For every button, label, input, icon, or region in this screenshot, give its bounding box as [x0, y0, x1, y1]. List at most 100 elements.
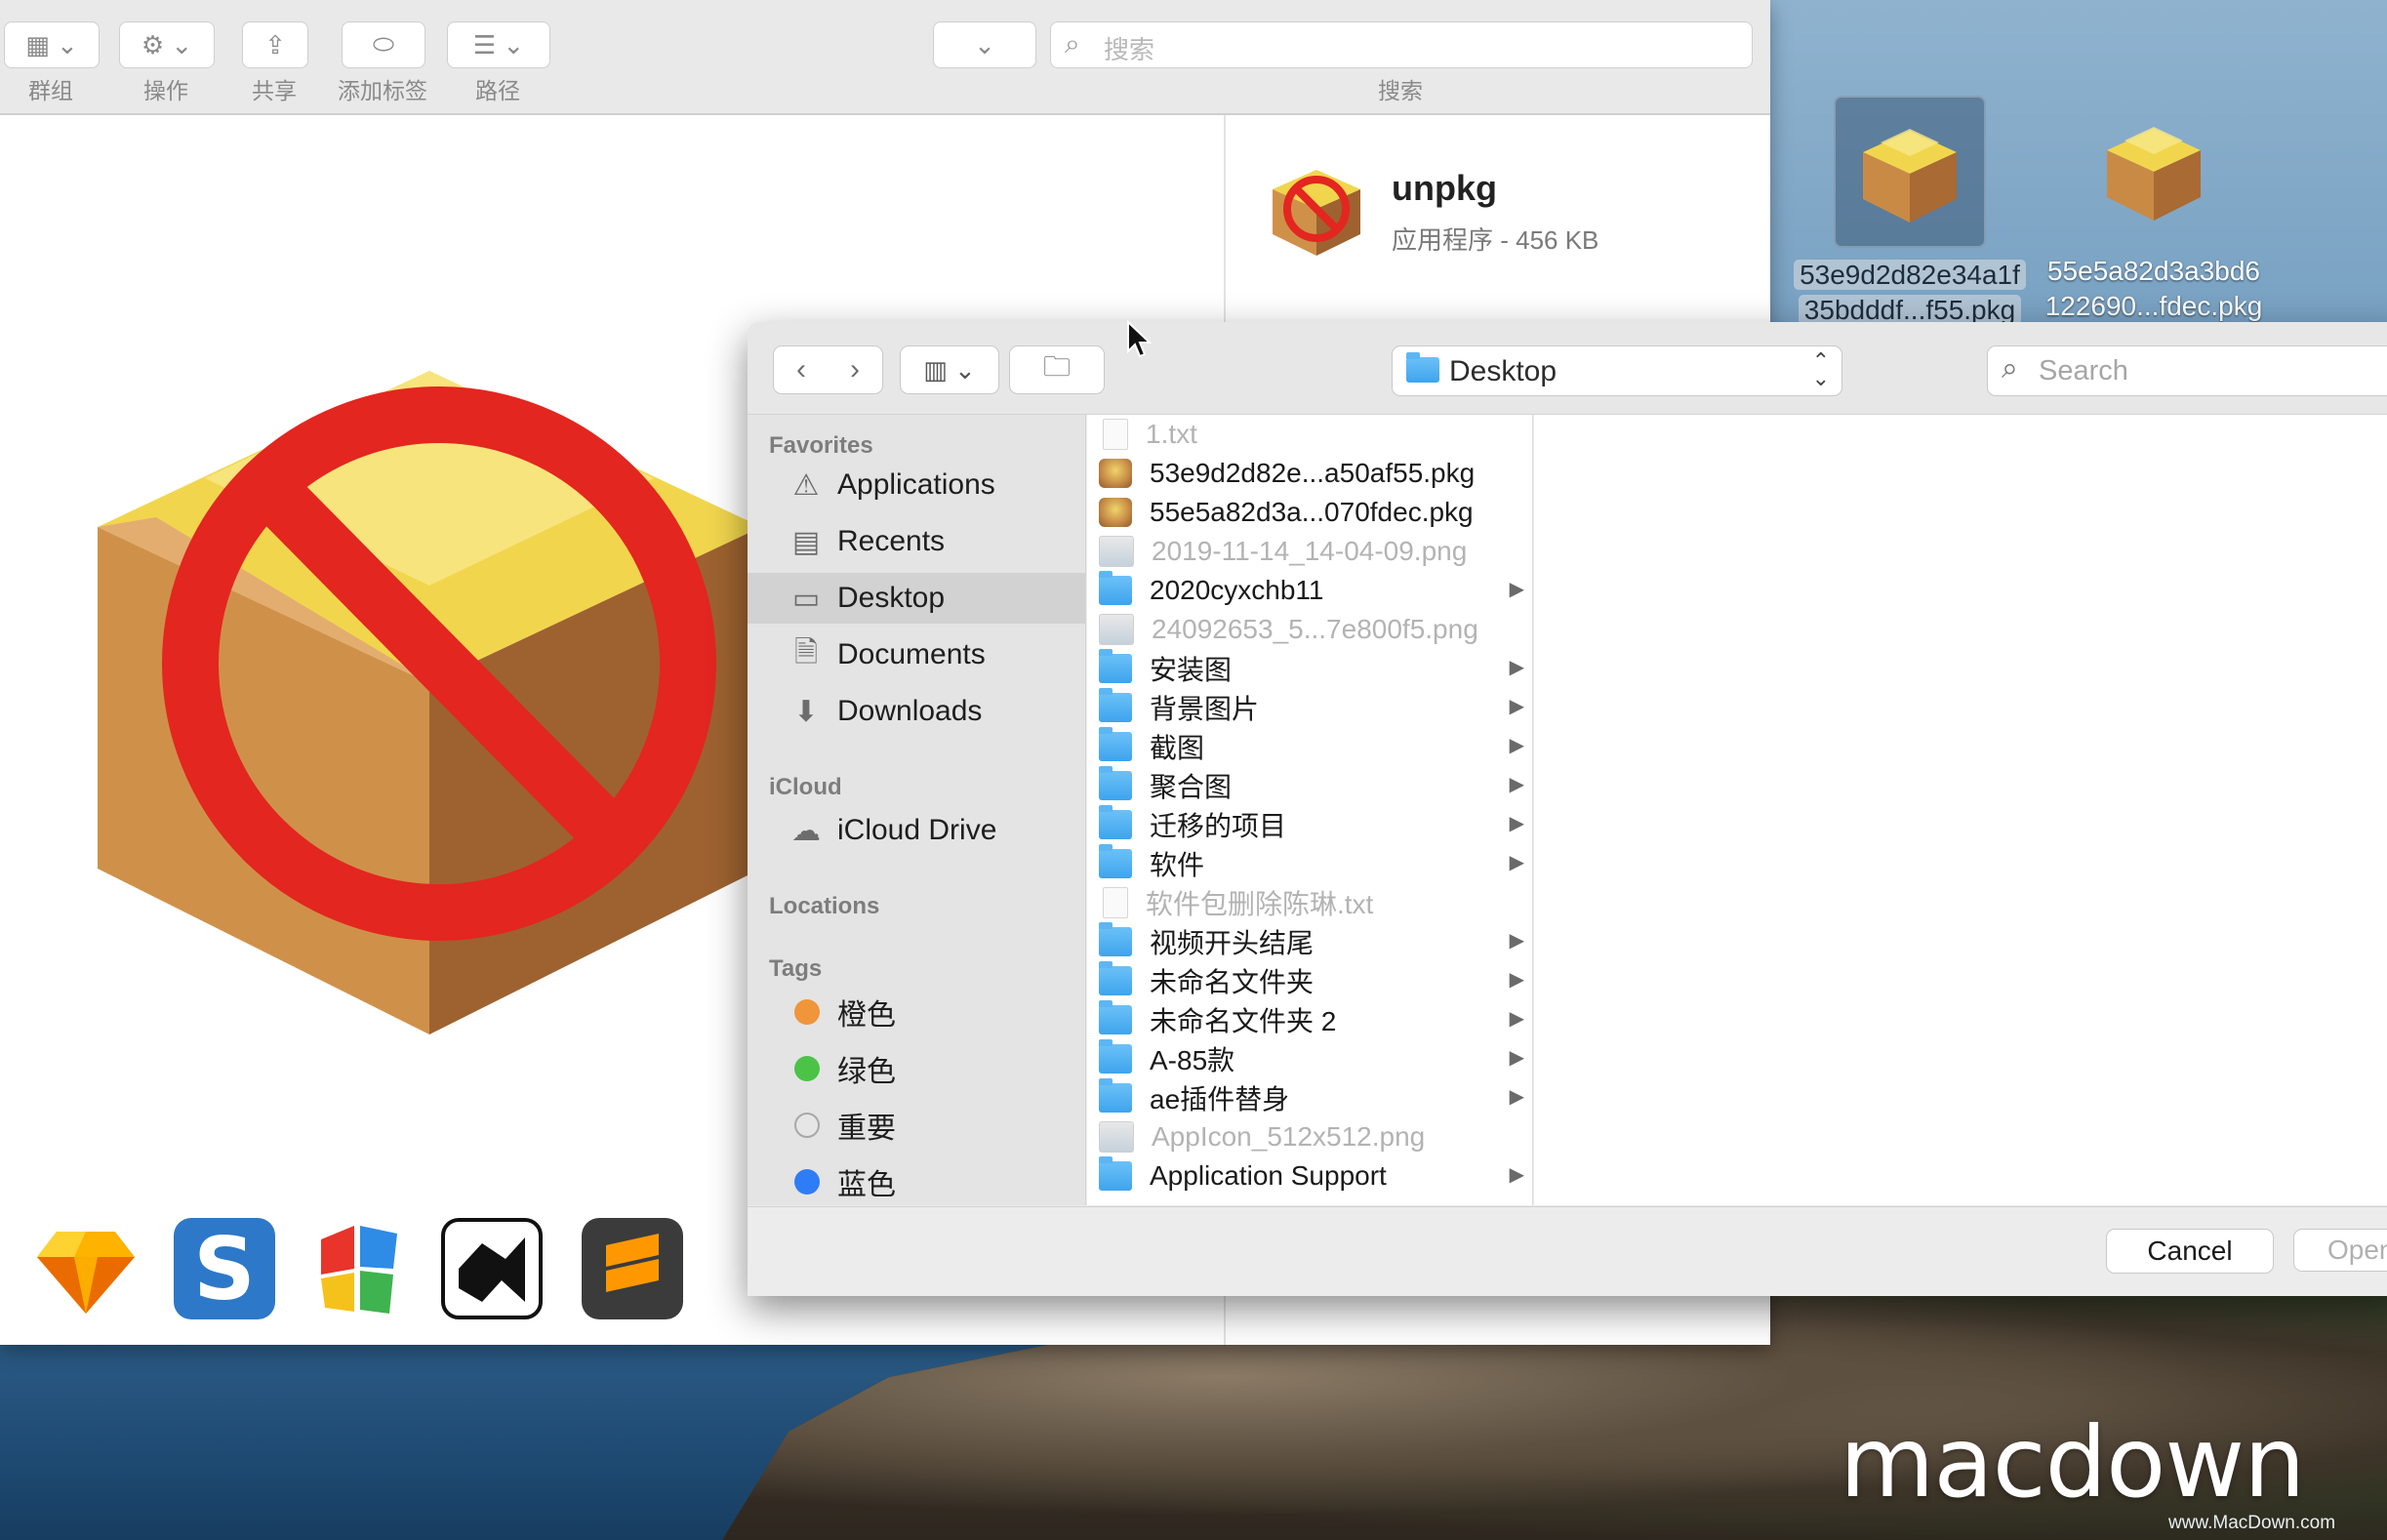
new-folder-icon: 🗀 [1042, 351, 1071, 382]
file-row[interactable]: AppIcon_512x512.png [1087, 1117, 1532, 1156]
sidebar-item-desktop[interactable]: ▭ Desktop [748, 573, 1085, 624]
chevron-right-icon: ▶ [1509, 969, 1524, 991]
folder-icon [1099, 805, 1132, 839]
sidebar-item-label: Recents [837, 525, 946, 557]
desktop-icon: ▭ [791, 582, 821, 615]
folder-icon [1099, 727, 1132, 761]
folder-icon [1099, 766, 1132, 800]
desktop-file-2-name-2: 122690...fdec.pkg [2044, 291, 2263, 321]
dialog-search-field[interactable]: ⌕ Search [1987, 345, 2387, 396]
tag-icon: ⬭ [372, 29, 395, 59]
folder-icon [1099, 688, 1132, 722]
sketch-icon[interactable] [35, 1218, 137, 1319]
file-name: 未命名文件夹 [1150, 967, 1315, 997]
add-tag-button[interactable]: ⬭ [342, 21, 425, 68]
path-button[interactable]: ☰ ⌄ [447, 21, 550, 68]
file-row[interactable]: 截图 ▶ [1087, 727, 1532, 766]
desktop-file-1[interactable]: 53e9d2d82e34a1f 35bdddf...f55.pkg [1793, 96, 2027, 328]
columns-icon: ▥ ⌄ [923, 354, 976, 385]
chevron-right-icon: › [850, 353, 860, 385]
file-row[interactable]: 视频开头结尾 ▶ [1087, 922, 1532, 961]
file-name: 软件包删除陈琳.txt [1146, 889, 1374, 919]
sublime-text-icon[interactable] [582, 1218, 683, 1319]
tag-dot-icon [794, 1056, 820, 1081]
colorful-app-icon[interactable] [308, 1218, 410, 1319]
location-popup[interactable]: Desktop ⌃ ⌄ [1392, 345, 1842, 396]
share-label: 共享 [252, 78, 297, 103]
sidebar-item-downloads[interactable]: ⬇ Downloads [748, 686, 1085, 737]
file-row[interactable]: 55e5a82d3a...070fdec.pkg [1087, 493, 1532, 532]
sidebar-tag-orange[interactable]: 橙色 [748, 987, 1085, 1037]
file-row[interactable]: 1.txt [1087, 415, 1532, 454]
file-row[interactable]: 聚合图 ▶ [1087, 766, 1532, 805]
locations-header: Locations [769, 893, 880, 919]
finder-search-field[interactable]: ⌕ 搜索 [1050, 21, 1753, 68]
file-row[interactable]: 迁移的项目 ▶ [1087, 805, 1532, 844]
sidebar-item-icloud-drive[interactable]: ☁ iCloud Drive [748, 805, 1085, 856]
chevron-right-icon: ▶ [1509, 1164, 1524, 1186]
new-folder-button[interactable]: 🗀 [1009, 345, 1105, 394]
view-mode-button[interactable]: ▥ ⌄ [900, 345, 999, 394]
folder-icon [1099, 649, 1132, 683]
image-file-icon [1099, 536, 1134, 567]
file-row[interactable]: 软件 ▶ [1087, 844, 1532, 883]
chevron-right-icon: ▶ [1509, 930, 1524, 952]
share-button[interactable]: ⇪ [242, 21, 308, 68]
file-name: 未命名文件夹 2 [1150, 1006, 1337, 1036]
file-row[interactable]: 背景图片 ▶ [1087, 688, 1532, 727]
sidebar-tag-blue[interactable]: 蓝色 [748, 1156, 1085, 1207]
file-name: 24092653_5...7e800f5.png [1152, 614, 1478, 644]
file-row[interactable]: A-85款 ▶ [1087, 1039, 1532, 1078]
path-label: 路径 [475, 78, 520, 103]
search-icon: ⌕ [1065, 28, 1080, 59]
file-row[interactable]: 2020cyxchb11 ▶ [1087, 571, 1532, 610]
snagit-icon[interactable]: S [174, 1218, 275, 1319]
sidebar-item-recents[interactable]: ▤ Recents [748, 516, 1085, 567]
file-row[interactable]: 2019-11-14_14-04-09.png [1087, 532, 1532, 571]
inkscape-like-icon[interactable] [441, 1218, 543, 1319]
file-row[interactable]: 24092653_5...7e800f5.png [1087, 610, 1532, 649]
file-name: 2020cyxchb11 [1150, 575, 1324, 605]
group-button[interactable]: ▦ ⌄ [4, 21, 100, 68]
file-name: 1.txt [1146, 419, 1197, 449]
package-icon [1099, 498, 1132, 527]
open-button[interactable]: Open [2293, 1229, 2387, 1272]
file-row[interactable]: 未命名文件夹 ▶ [1087, 961, 1532, 1000]
chevron-right-icon: ▶ [1509, 735, 1524, 756]
list-icon: ☰ ⌄ [472, 29, 525, 60]
chevron-right-icon: ▶ [1509, 1047, 1524, 1069]
file-row[interactable]: 53e9d2d82e...a50af55.pkg [1087, 454, 1532, 493]
chevron-right-icon: ▶ [1509, 579, 1524, 600]
recents-icon: ▤ [791, 525, 821, 558]
view-options-button[interactable]: ⌄ [933, 21, 1036, 68]
package-icon [2080, 96, 2228, 244]
file-row[interactable]: 未命名文件夹 2 ▶ [1087, 1000, 1532, 1039]
app-meta: 应用程序 - 456 KB [1392, 225, 1599, 255]
action-button[interactable]: ⚙ ⌄ [119, 21, 215, 68]
sidebar-tag-important[interactable]: 重要 [748, 1100, 1085, 1151]
chevron-down-icon: ⌄ [974, 29, 995, 60]
chevron-right-icon: ▶ [1509, 813, 1524, 834]
cancel-button[interactable]: Cancel [2106, 1229, 2274, 1274]
sidebar-tag-green[interactable]: 绿色 [748, 1043, 1085, 1094]
file-name: AppIcon_512x512.png [1152, 1121, 1426, 1152]
file-name: 软件 [1150, 850, 1205, 880]
file-row[interactable]: 软件包删除陈琳.txt [1087, 883, 1532, 922]
chevron-right-icon: ▶ [1509, 774, 1524, 795]
forward-button[interactable]: › [828, 345, 883, 394]
sidebar-item-label: iCloud Drive [837, 814, 997, 846]
desktop-file-1-name: 53e9d2d82e34a1f [1794, 260, 2026, 290]
file-row[interactable]: 安装图 ▶ [1087, 649, 1532, 688]
desktop-file-2[interactable]: 55e5a82d3a3bd6 122690...fdec.pkg [2037, 96, 2271, 324]
file-row[interactable]: ae插件替身 ▶ [1087, 1078, 1532, 1117]
file-row[interactable]: Application Support ▶ [1087, 1156, 1532, 1196]
sidebar-item-documents[interactable]: 🗎 Documents [748, 629, 1085, 680]
mouse-cursor-icon [1126, 319, 1153, 364]
icloud-header: iCloud [769, 774, 842, 800]
tag-dot-icon [794, 999, 820, 1025]
file-name: 53e9d2d82e...a50af55.pkg [1150, 458, 1476, 488]
unpkg-large-icon [39, 293, 820, 1059]
back-button[interactable]: ‹ [773, 345, 829, 394]
sidebar-item-applications[interactable]: ⚠ Applications [748, 460, 1085, 510]
sidebar-item-label: 橙色 [837, 999, 896, 1032]
